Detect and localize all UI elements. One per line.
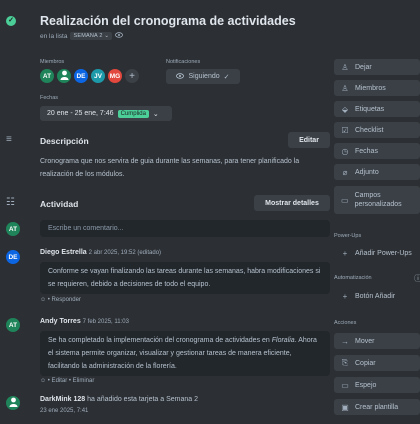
user-icon: ♙ bbox=[341, 62, 349, 72]
comment-body: Conforme se vayan finalizando las tareas… bbox=[40, 262, 330, 294]
powerups-label: Power-Ups bbox=[334, 233, 362, 239]
members-button[interactable]: ♙ Miembros bbox=[334, 80, 420, 96]
tag-icon: ⬙ bbox=[341, 104, 349, 114]
sidebar-label: Etiquetas bbox=[355, 105, 385, 113]
avatar bbox=[6, 396, 20, 410]
sidebar-label: Dejar bbox=[355, 63, 372, 71]
description-title: Descripción bbox=[40, 136, 89, 146]
checklist-icon: ☑ bbox=[341, 125, 349, 135]
mirror-button[interactable]: ▭ Espejo bbox=[334, 377, 420, 393]
list-info: en la lista SEMANA 2 ⌄ bbox=[40, 32, 124, 40]
comment-text-italic: Floralia bbox=[271, 337, 295, 344]
mirror-icon: ▭ bbox=[341, 380, 349, 390]
comment-header: Diego Estrella 2 abr 2025, 19:52 (editad… bbox=[40, 249, 161, 256]
sidebar-label: Fechas bbox=[355, 147, 378, 155]
avatar[interactable]: AT bbox=[40, 69, 54, 83]
check-icon: ✓ bbox=[223, 73, 230, 81]
eye-icon bbox=[115, 32, 124, 40]
move-button[interactable]: → Mover bbox=[334, 333, 420, 349]
copy-icon: ⎘ bbox=[341, 358, 349, 367]
fields-icon: ▭ bbox=[341, 195, 349, 205]
template-icon: ▣ bbox=[341, 402, 349, 412]
comment-actions[interactable]: ☺ • Editar • Eliminar bbox=[40, 378, 94, 384]
log-author[interactable]: DarkMink 128 bbox=[40, 396, 85, 403]
sidebar-label: Mover bbox=[355, 337, 375, 345]
avatar[interactable]: JV bbox=[91, 69, 105, 83]
info-icon[interactable]: ⓘ bbox=[414, 273, 420, 284]
attachment-button[interactable]: ⌀ Adjunto bbox=[334, 164, 420, 180]
paperclip-icon: ⌀ bbox=[342, 167, 348, 177]
sidebar-label: Añadir Power-Ups bbox=[355, 249, 412, 257]
sidebar-label: Checklist bbox=[355, 126, 384, 134]
plus-icon: + bbox=[342, 291, 348, 301]
leave-button[interactable]: ♙ Dejar bbox=[334, 59, 420, 75]
comment-text: Se ha completado la implementación del c… bbox=[48, 337, 272, 344]
card-title[interactable]: Realización del cronograma de actividade… bbox=[40, 14, 296, 28]
sidebar-label: Campos personalizados bbox=[354, 192, 402, 208]
log-entry: DarkMink 128 ha añadido esta tarjeta a S… bbox=[40, 396, 198, 403]
arrow-right-icon: → bbox=[341, 336, 349, 346]
user-icon bbox=[9, 397, 18, 409]
add-powerups-button[interactable]: + Añadir Power-Ups bbox=[334, 245, 420, 261]
comment-header: Andy Torres 7 feb 2025, 11:03 bbox=[40, 318, 129, 325]
comment-author[interactable]: Diego Estrella bbox=[40, 249, 87, 256]
comment-author[interactable]: Andy Torres bbox=[40, 318, 81, 325]
create-template-button[interactable]: ▣ Crear plantilla bbox=[334, 399, 420, 415]
avatar[interactable] bbox=[57, 69, 71, 83]
avatar: AT bbox=[6, 318, 20, 332]
avatar: DE bbox=[6, 250, 20, 264]
avatar: AT bbox=[6, 222, 20, 236]
add-button-button[interactable]: + Botón Añadir bbox=[334, 288, 420, 304]
members-label: Miembros bbox=[40, 59, 65, 65]
comment-meta[interactable]: 7 feb 2025, 11:03 bbox=[83, 319, 129, 325]
dates-button[interactable]: 20 ene - 25 ene, 7:46 Cumplida ⌄ bbox=[40, 106, 172, 121]
follow-button[interactable]: Siguiendo ✓ bbox=[166, 69, 240, 84]
edit-description-button[interactable]: Editar bbox=[288, 132, 330, 148]
status-badge: Cumplida bbox=[117, 109, 149, 118]
plus-icon: + bbox=[342, 248, 348, 258]
comment-actions[interactable]: ☺ • Responder bbox=[40, 297, 81, 303]
comment-body: Se ha completado la implementación del c… bbox=[40, 331, 330, 376]
comment-meta[interactable]: 2 abr 2025, 19:52 (editado) bbox=[89, 250, 161, 256]
list-name: SEMANA 2 bbox=[73, 33, 103, 39]
notifications-label: Notificaciones bbox=[166, 59, 201, 65]
log-action: ha añadido esta tarjeta a Semana 2 bbox=[87, 396, 199, 403]
user-icon: ♙ bbox=[341, 83, 349, 93]
automation-label: Automatización bbox=[334, 275, 372, 281]
comment-input[interactable]: Escribe un comentario... bbox=[40, 220, 330, 237]
in-list-label: en la lista bbox=[40, 32, 68, 40]
description-icon: ≡ bbox=[6, 134, 12, 145]
user-icon bbox=[60, 70, 69, 82]
show-details-button[interactable]: Mostrar detalles bbox=[254, 195, 330, 211]
complete-check-icon[interactable]: ✓ bbox=[6, 16, 16, 26]
copy-button[interactable]: ⎘ Copiar bbox=[334, 355, 420, 371]
dates-sidebar-button[interactable]: ◷ Fechas bbox=[334, 143, 420, 159]
log-time[interactable]: 23 ene 2025, 7:41 bbox=[40, 408, 88, 414]
activity-icon: ☷ bbox=[6, 197, 15, 208]
sidebar-label: Copiar bbox=[355, 359, 376, 367]
sidebar-label: Crear plantilla bbox=[355, 403, 399, 411]
description-text[interactable]: Cronograma que nos servira de guia duran… bbox=[40, 155, 330, 181]
actions-label: Acciones bbox=[334, 320, 357, 326]
list-chip[interactable]: SEMANA 2 ⌄ bbox=[70, 32, 113, 40]
avatar[interactable]: MG bbox=[108, 69, 122, 83]
members-list: AT DE JV MG + bbox=[40, 69, 139, 83]
sidebar-label: Botón Añadir bbox=[355, 292, 396, 300]
add-member-button[interactable]: + bbox=[125, 69, 139, 83]
labels-button[interactable]: ⬙ Etiquetas bbox=[334, 101, 420, 117]
sidebar-label: Espejo bbox=[355, 381, 377, 389]
clock-icon: ◷ bbox=[341, 146, 349, 156]
dates-label: Fechas bbox=[40, 95, 59, 101]
eye-icon bbox=[176, 72, 185, 81]
chevron-down-icon: ⌄ bbox=[152, 110, 159, 118]
activity-title: Actividad bbox=[40, 199, 79, 209]
dates-value: 20 ene - 25 ene, 7:46 bbox=[47, 110, 114, 117]
sidebar-label: Adjunto bbox=[355, 168, 379, 176]
sidebar-label: Miembros bbox=[355, 84, 386, 92]
checklist-button[interactable]: ☑ Checklist bbox=[334, 122, 420, 138]
follow-label: Siguiendo bbox=[188, 73, 220, 80]
chevron-down-icon: ⌄ bbox=[104, 33, 110, 39]
avatar[interactable]: DE bbox=[74, 69, 88, 83]
custom-fields-button[interactable]: ▭ Campos personalizados bbox=[334, 186, 420, 214]
